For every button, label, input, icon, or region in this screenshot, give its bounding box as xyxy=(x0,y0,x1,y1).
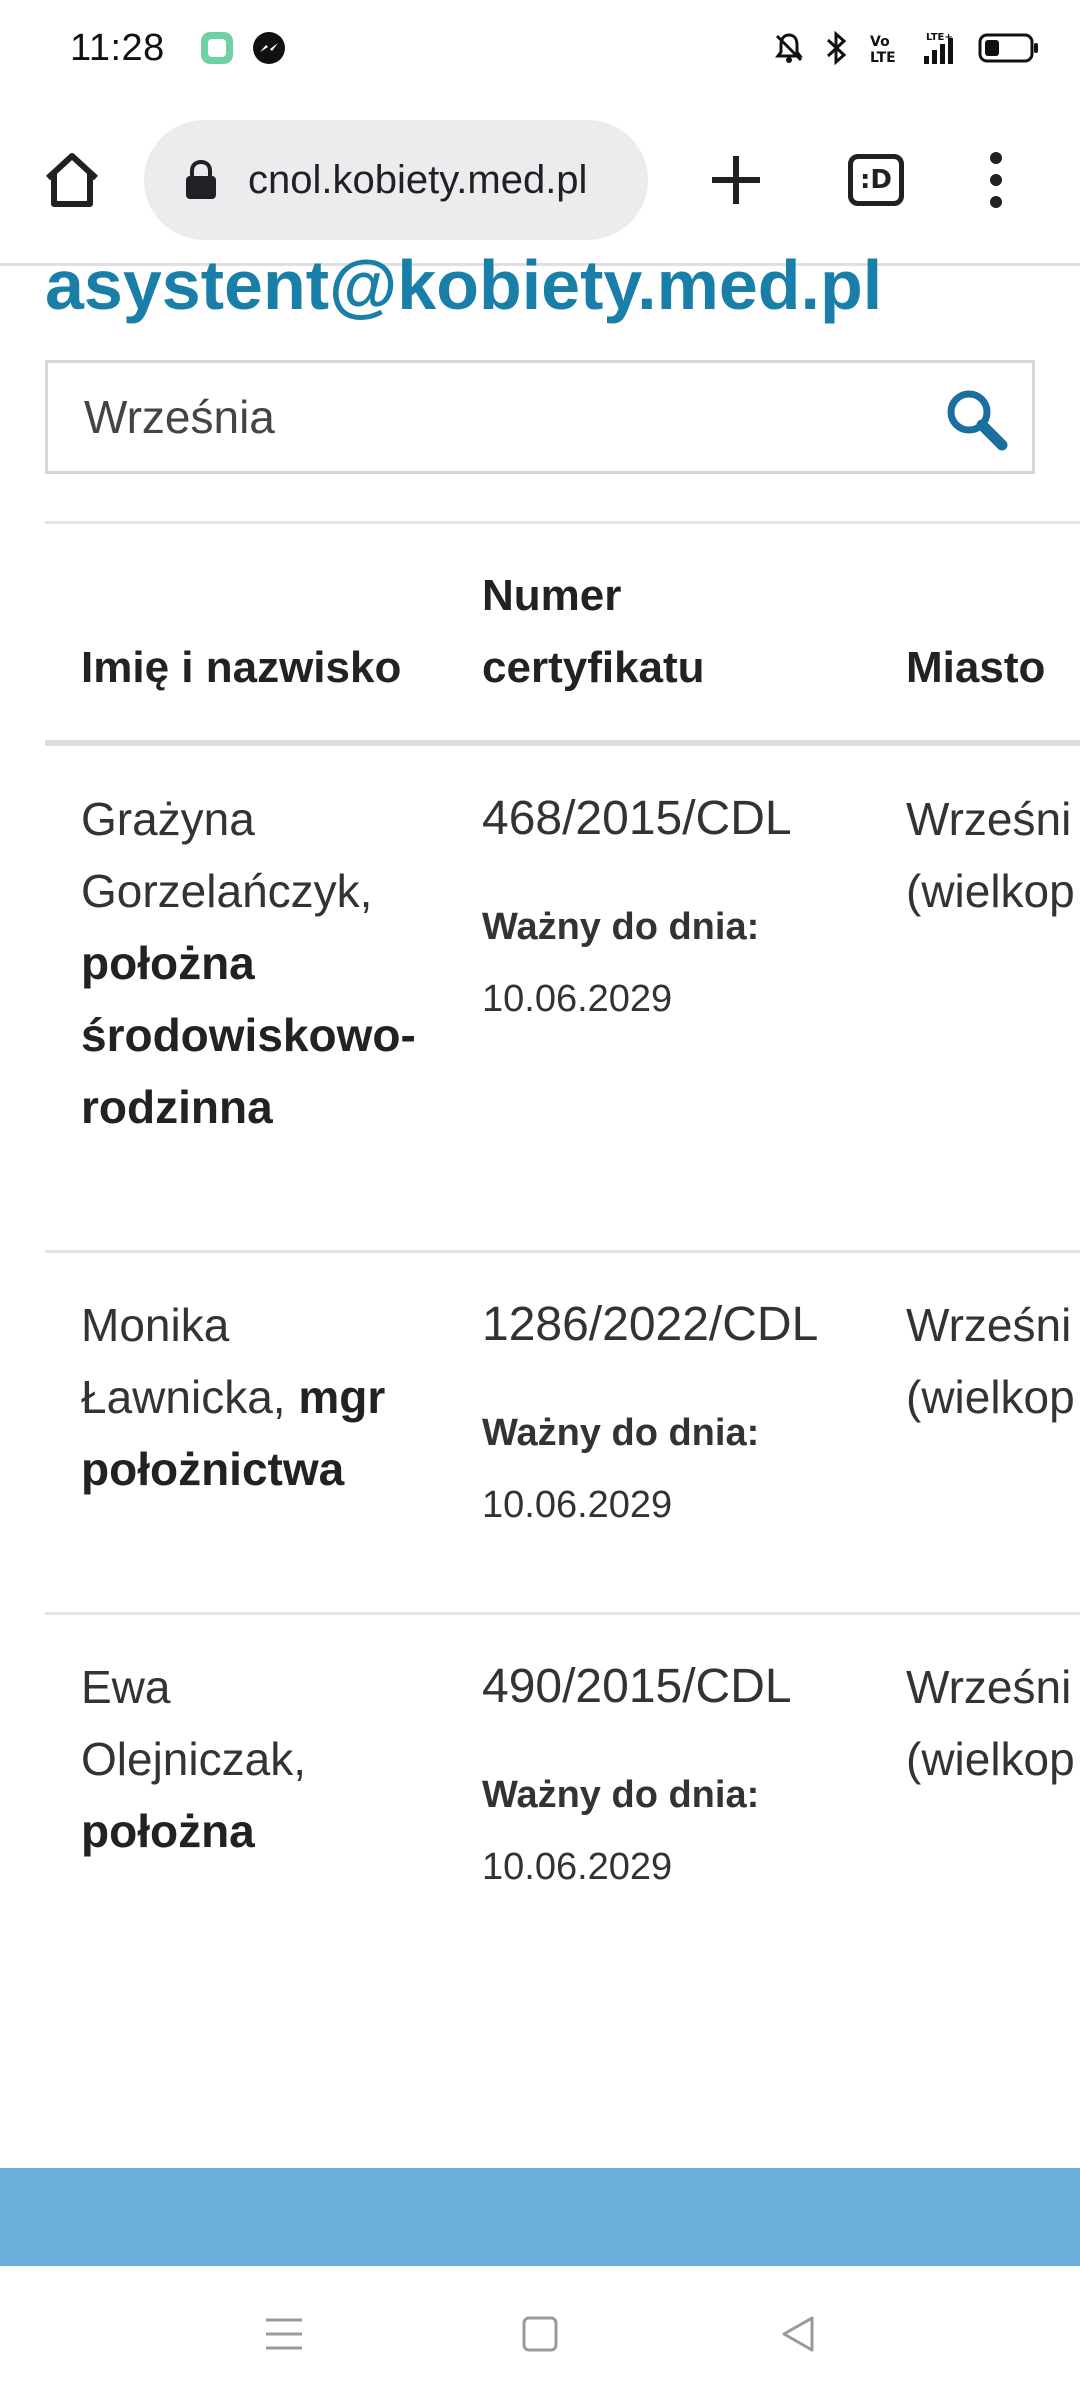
lock-icon xyxy=(186,160,216,199)
person-name: Ewa Olejniczak, xyxy=(81,1661,306,1785)
person-title: położna xyxy=(81,1805,255,1857)
table-row-cert: 468/2015/CDL Ważny do dnia: 10.06.2029 xyxy=(482,783,882,1035)
table-row-cert: 490/2015/CDL Ważny do dnia: 10.06.2029 xyxy=(482,1651,882,1903)
messenger-icon xyxy=(251,30,287,66)
url-bar[interactable]: cnol.kobiety.med.pl xyxy=(144,120,648,240)
city-name: Wrześni xyxy=(906,1661,1072,1713)
mute-icon xyxy=(772,31,806,65)
city-name: Wrześni xyxy=(906,793,1072,845)
svg-text:LTE: LTE xyxy=(870,50,896,65)
row-divider xyxy=(45,1250,1080,1253)
more-vert-icon xyxy=(990,152,1002,208)
valid-label: Ważny do dnia: xyxy=(482,1412,760,1454)
back-triangle-icon xyxy=(782,2316,814,2352)
header-divider xyxy=(45,740,1080,746)
home-nav-button[interactable] xyxy=(518,2312,562,2356)
column-header-cert: Numer certyfikatu xyxy=(482,560,705,704)
table-row-name: Grażyna Gorzelańczyk, położna środowisko… xyxy=(81,783,421,1143)
table-row-city: Wrześni (wielkop xyxy=(906,1651,1075,1795)
contact-email-link[interactable]: asystent@kobiety.med.pl xyxy=(45,250,882,320)
status-time: 11:28 xyxy=(70,26,165,69)
square-icon xyxy=(522,2316,558,2352)
table-row-name: Monika Ławnicka, mgr położnictwa xyxy=(81,1289,421,1505)
url-text[interactable]: cnol.kobiety.med.pl xyxy=(248,158,587,203)
search-input-value[interactable]: Września xyxy=(84,390,275,444)
table-top-divider xyxy=(45,521,1080,524)
browser-toolbar: cnol.kobiety.med.pl :D xyxy=(0,96,1080,264)
person-name: Grażyna Gorzelańczyk, xyxy=(81,793,373,917)
new-tab-button[interactable] xyxy=(706,150,766,210)
cert-number: 1286/2022/CDL xyxy=(482,1298,819,1351)
svg-text:Vo: Vo xyxy=(870,34,890,50)
back-button[interactable] xyxy=(776,2312,820,2356)
city-name: Wrześni xyxy=(906,1299,1072,1351)
valid-label: Ważny do dnia: xyxy=(482,1774,760,1816)
status-bar: 11:28 Vo LTE LTE+ xyxy=(0,0,1080,96)
valid-date: 10.06.2029 xyxy=(482,1846,673,1888)
signal-icon: LTE+ xyxy=(916,30,960,66)
table-row-city: Wrześni (wielkop xyxy=(906,783,1075,927)
search-input[interactable]: Września xyxy=(45,360,1035,474)
table-row-cert: 1286/2022/CDL Ważny do dnia: 10.06.2029 xyxy=(482,1289,882,1541)
volte-icon: Vo LTE xyxy=(868,31,898,65)
person-title: położna środowiskowo-rodzinna xyxy=(81,937,416,1133)
menu-button[interactable] xyxy=(976,148,1016,212)
table-row-name: Ewa Olejniczak, położna xyxy=(81,1651,381,1867)
bluetooth-icon xyxy=(824,30,850,66)
person-name: Monika Ławnicka, xyxy=(81,1299,286,1423)
city-region: (wielkop xyxy=(906,1733,1075,1785)
tab-switcher-button[interactable]: :D xyxy=(848,154,904,206)
recents-button[interactable] xyxy=(262,2312,306,2356)
cert-number: 468/2015/CDL xyxy=(482,792,792,845)
home-icon xyxy=(45,153,99,207)
battery-icon xyxy=(978,32,1040,64)
home-button[interactable] xyxy=(40,148,104,212)
search-icon[interactable] xyxy=(942,385,1010,453)
valid-date: 10.06.2029 xyxy=(482,978,673,1020)
app-square-icon xyxy=(199,30,235,66)
plus-icon xyxy=(712,156,760,204)
valid-date: 10.06.2029 xyxy=(482,1484,673,1526)
system-nav-bar xyxy=(0,2268,1080,2400)
table-row-city: Wrześni (wielkop xyxy=(906,1289,1075,1433)
column-header-cert-line1: Numer xyxy=(482,571,622,620)
column-header-name: Imię i nazwisko xyxy=(81,643,402,692)
city-region: (wielkop xyxy=(906,1371,1075,1423)
row-divider xyxy=(45,1612,1080,1615)
footer-band xyxy=(0,2168,1080,2266)
valid-label: Ważny do dnia: xyxy=(482,906,760,948)
column-header-city: Miasto xyxy=(906,643,1046,692)
cert-number: 490/2015/CDL xyxy=(482,1660,792,1713)
menu-lines-icon xyxy=(266,2318,302,2350)
city-region: (wielkop xyxy=(906,865,1075,917)
column-header-cert-line2: certyfikatu xyxy=(482,643,705,692)
